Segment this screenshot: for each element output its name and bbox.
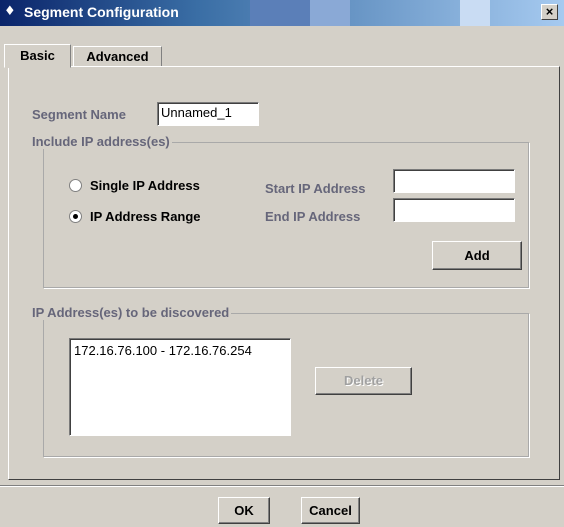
- app-icon: ♦: [4, 4, 16, 19]
- start-ip-field[interactable]: [393, 169, 515, 193]
- ok-button[interactable]: OK: [218, 497, 270, 524]
- footer-divider: [0, 485, 564, 487]
- window-title: Segment Configuration: [24, 4, 179, 20]
- discovered-ip-list[interactable]: 172.16.76.100 - 172.16.76.254: [69, 338, 291, 436]
- add-button[interactable]: Add: [432, 241, 522, 270]
- title-bar-decoration: [310, 0, 350, 26]
- cancel-button[interactable]: Cancel: [301, 497, 360, 524]
- single-ip-radio[interactable]: [69, 179, 82, 192]
- tab-advanced[interactable]: Advanced: [73, 46, 162, 68]
- basic-tab-panel: Segment Name Unnamed_1 Include IP addres…: [8, 66, 560, 480]
- radio-selected-dot: [73, 214, 78, 219]
- discovered-ip-group-title: IP Address(es) to be discovered: [30, 305, 232, 320]
- title-bar: ♦ Segment Configuration ×: [0, 0, 564, 26]
- end-ip-field[interactable]: [393, 198, 515, 222]
- discovered-ip-group: IP Address(es) to be discovered 172.16.7…: [30, 305, 529, 457]
- close-button[interactable]: ×: [541, 4, 558, 20]
- include-ip-group: Include IP address(es) Single IP Address…: [30, 134, 529, 288]
- title-bar-decoration: [250, 0, 310, 26]
- segment-name-field[interactable]: Unnamed_1: [157, 102, 259, 126]
- include-ip-group-title: Include IP address(es): [30, 134, 172, 149]
- end-ip-label: End IP Address: [265, 209, 361, 224]
- delete-button[interactable]: Delete: [315, 367, 412, 395]
- segment-name-label: Segment Name: [32, 107, 126, 122]
- ip-range-radio[interactable]: [69, 210, 82, 223]
- list-item[interactable]: 172.16.76.100 - 172.16.76.254: [74, 343, 286, 359]
- start-ip-label: Start IP Address: [265, 181, 366, 196]
- single-ip-radio-label[interactable]: Single IP Address: [90, 178, 200, 193]
- ip-range-radio-label[interactable]: IP Address Range: [90, 209, 201, 224]
- title-bar-decoration: [460, 0, 490, 26]
- tab-basic[interactable]: Basic: [4, 44, 71, 68]
